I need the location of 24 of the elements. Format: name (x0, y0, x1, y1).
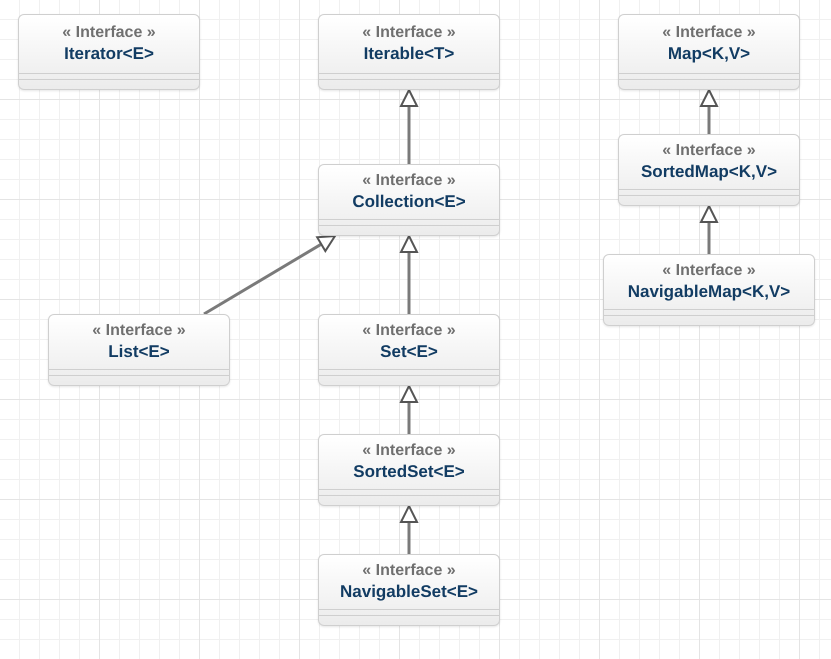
interface-name: NavigableMap<K,V> (628, 282, 790, 302)
interface-name: NavigableSet<E> (340, 582, 478, 602)
interface-name: Iterable<T> (364, 44, 454, 64)
stereotype-label: « Interface » (362, 24, 456, 42)
stereotype-label: « Interface » (662, 142, 756, 160)
inheritance-arrow (699, 204, 719, 254)
interface-name: List<E> (108, 342, 170, 362)
inheritance-arrow (399, 504, 419, 554)
stereotype-label: « Interface » (62, 24, 156, 42)
interface-name: SortedSet<E> (353, 462, 465, 482)
stereotype-label: « Interface » (662, 24, 756, 42)
stereotype-label: « Interface » (662, 262, 756, 280)
stereotype-label: « Interface » (362, 322, 456, 340)
stereotype-label: « Interface » (362, 442, 456, 460)
interface-name: Iterator<E> (64, 44, 154, 64)
interface-name: Collection<E> (352, 192, 466, 212)
stereotype-label: « Interface » (362, 562, 456, 580)
inheritance-arrow (699, 88, 719, 134)
interface-name: Map<K,V> (668, 44, 750, 64)
interface-name: SortedMap<K,V> (640, 162, 778, 182)
inheritance-arrow (399, 384, 419, 434)
stereotype-label: « Interface » (92, 322, 186, 340)
interface-name: Set<E> (380, 342, 438, 362)
stereotype-label: « Interface » (362, 172, 456, 190)
